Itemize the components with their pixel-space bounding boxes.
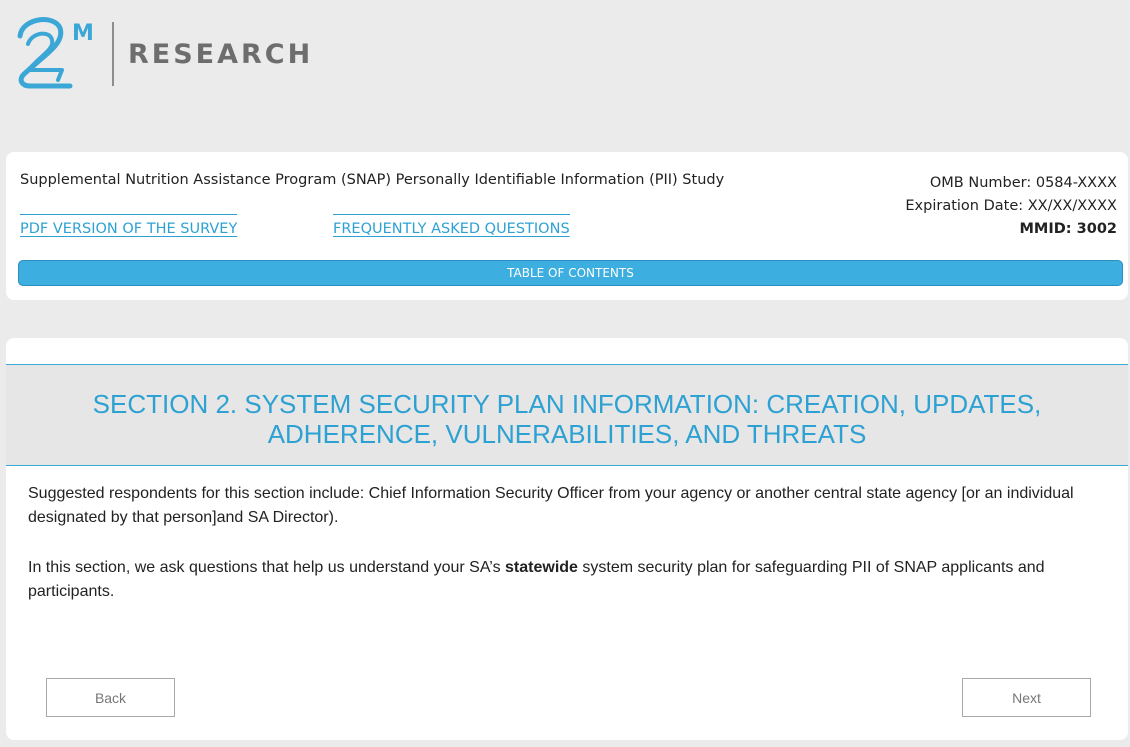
section-card: SECTION 2. SYSTEM SECURITY PLAN INFORMAT… [6,338,1128,740]
logo-bar: M RESEARCH [0,0,1130,150]
study-title: Supplemental Nutrition Assistance Progra… [20,172,725,188]
section-title-line-2: ADHERENCE, VULNERABILITIES, AND THREATS [267,419,867,449]
suggested-respondents-text: Suggested respondents for this section i… [28,485,1074,526]
logo-wordmark: RESEARCH [128,38,314,70]
omb-number: OMB Number: 0584-XXXX [929,175,1117,191]
back-button[interactable]: Back [46,678,175,717]
intro-text-start: In this section, we ask questions that h… [28,559,506,576]
expiration-date: Expiration Date: XX/XX/XXXX [905,198,1117,214]
omb-info: OMB Number: 0584-XXXX Expiration Date: X… [905,172,1117,241]
company-logo: M RESEARCH [14,14,313,94]
mmid: MMID: 3002 [1019,221,1118,237]
next-button[interactable]: Next [962,678,1091,717]
section-title: SECTION 2. SYSTEM SECURITY PLAN INFORMAT… [26,389,1108,449]
section-intro-text: In this section, we ask questions that h… [28,556,1108,604]
faq-link[interactable]: FREQUENTLY ASKED QUESTIONS [333,214,570,237]
logo-divider [112,22,114,86]
2m-logo-mark-icon: M [17,17,94,89]
table-of-contents-button[interactable]: TABLE OF CONTENTS [18,260,1123,286]
section-title-line-1: SECTION 2. SYSTEM SECURITY PLAN INFORMAT… [92,389,1042,419]
pdf-version-link[interactable]: PDF VERSION OF THE SURVEY [20,214,238,237]
survey-info-card: Supplemental Nutrition Assistance Progra… [6,152,1128,300]
intro-text-emphasis: statewide [505,559,578,576]
section-header: SECTION 2. SYSTEM SECURITY PLAN INFORMAT… [6,364,1128,466]
svg-text:M: M [72,21,94,46]
